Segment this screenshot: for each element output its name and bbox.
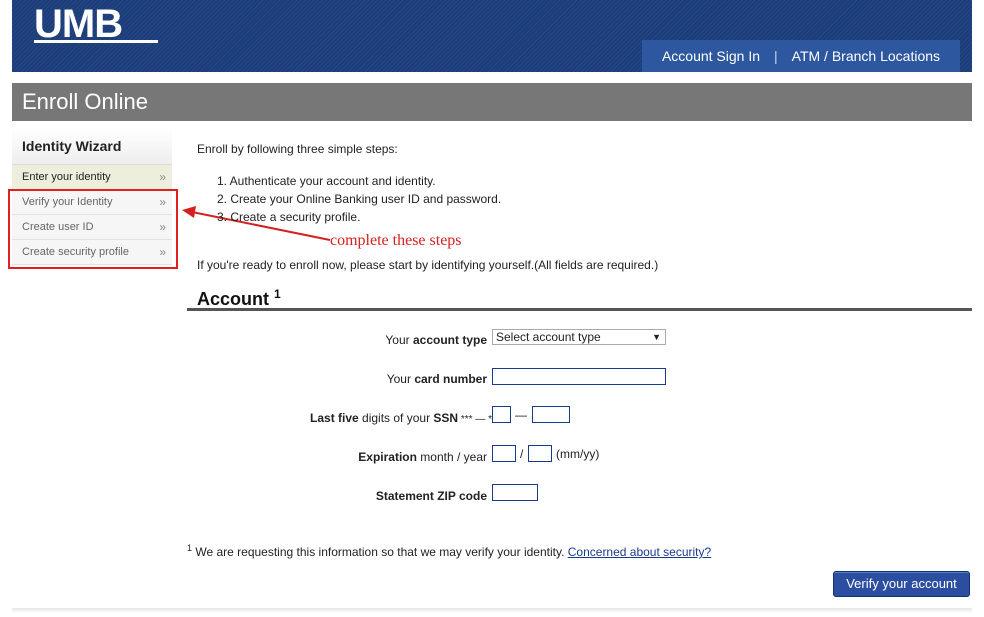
umb-logo[interactable]: UMB — [34, 4, 123, 44]
expiration-slash: / — [520, 447, 524, 461]
step-item: 2. Create your Online Banking user ID an… — [217, 192, 502, 206]
ssn-first-digit-input[interactable] — [492, 406, 511, 423]
annotation-label: complete these steps — [330, 232, 462, 249]
bottom-divider — [12, 608, 972, 613]
ssn-last-four-input[interactable] — [532, 406, 570, 423]
card-number-label: Your card number — [386, 372, 487, 386]
step-item: 3. Create a security profile. — [217, 210, 361, 224]
sidebar-item-enter-identity[interactable]: Enter your identity » — [12, 165, 172, 190]
wizard-title: Identity Wizard — [12, 127, 172, 165]
concerned-about-security-link[interactable]: Concerned about security? — [568, 545, 711, 559]
dropdown-arrow-icon: ▼ — [652, 332, 661, 342]
ready-text: If you're ready to enroll now, please st… — [197, 258, 659, 272]
chevron-right-icon: » — [159, 170, 166, 184]
sidebar-item-label: Enter your identity — [22, 171, 111, 183]
footnote: 1 We are requesting this information so … — [187, 543, 711, 559]
page-title: Enroll Online — [12, 83, 972, 121]
expiration-month-input[interactable] — [492, 445, 516, 462]
site-header: UMB Account Sign In | ATM / Branch Locat… — [12, 0, 972, 72]
zip-label: Statement ZIP code — [375, 489, 487, 503]
expiration-label: Expiration month / year — [358, 450, 487, 464]
zip-input[interactable] — [492, 484, 538, 501]
footnote-text: We are requesting this information so th… — [192, 545, 568, 559]
page: UMB Account Sign In | ATM / Branch Locat… — [0, 0, 984, 617]
section-title-text: Account — [197, 289, 269, 309]
expiration-format-hint: (mm/yy) — [556, 447, 600, 461]
ssn-label: Last five digits of your SSN *** — * — [310, 411, 492, 425]
steps-list: 1. Authenticate your account and identit… — [217, 172, 501, 226]
section-footnote-marker: 1 — [274, 287, 281, 301]
intro-text: Enroll by following three simple steps: — [197, 142, 398, 156]
step-item: 1. Authenticate your account and identit… — [217, 174, 436, 188]
account-type-select[interactable]: Select account type ▼ — [492, 329, 666, 345]
atm-branch-locations-link[interactable]: ATM / Branch Locations — [792, 48, 940, 64]
card-number-input[interactable] — [492, 368, 666, 385]
account-type-label: Your account type — [385, 333, 487, 347]
section-divider — [187, 308, 972, 311]
section-title: Account 1 — [197, 287, 281, 310]
top-nav: Account Sign In | ATM / Branch Locations — [642, 40, 960, 72]
expiration-year-input[interactable] — [528, 445, 552, 462]
logo-underline — [34, 40, 158, 43]
nav-separator: | — [774, 48, 778, 64]
account-type-select-value: Select account type — [496, 330, 601, 344]
account-sign-in-link[interactable]: Account Sign In — [662, 48, 760, 64]
annotation-highlight-box — [8, 189, 178, 269]
verify-account-button[interactable]: Verify your account — [833, 571, 970, 597]
ssn-dash: — — [515, 408, 527, 422]
